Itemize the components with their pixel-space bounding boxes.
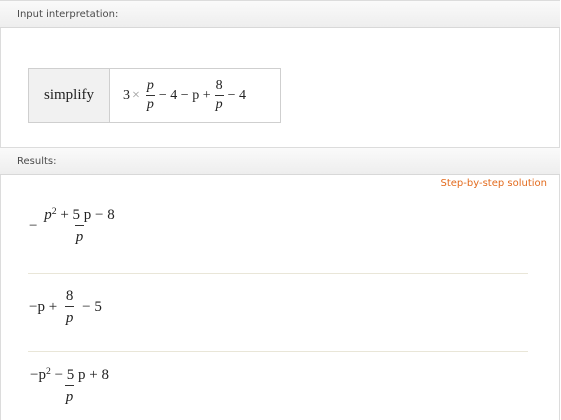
fraction-denominator: p [64, 305, 75, 327]
fraction-denominator: p [145, 94, 155, 112]
fraction-numerator: 8 [215, 77, 223, 93]
result-2-lead: −p + [29, 299, 58, 316]
result-2: −p + 8 p − 5 [29, 288, 102, 327]
input-fraction-2: 8 p [214, 77, 224, 112]
fraction-denominator: p [214, 94, 224, 112]
input-label-cell: simplify [29, 69, 110, 122]
result-1-fraction: p2 + 5 p − 8 p [43, 206, 116, 246]
results-header: Results: [0, 147, 560, 175]
pod-border-left [0, 0, 1, 420]
times-symbol: × [132, 87, 140, 103]
result-separator [28, 273, 528, 274]
input-middle-terms: − 4 − p + [158, 87, 211, 103]
step-by-step-link[interactable]: Step-by-step solution [441, 178, 547, 189]
result-3-fraction: −p2 − 5 p + 8 p [29, 366, 110, 406]
input-tail-term: − 4 [227, 87, 246, 103]
pod-border-right [559, 0, 560, 420]
fraction-numerator: p [146, 77, 154, 93]
input-expression-cell: 3 × p p − 4 − p + 8 p − 4 [110, 69, 280, 122]
input-interpretation-header: Input interpretation: [0, 0, 560, 28]
input-fraction-1: p p [145, 77, 155, 112]
result-2-fraction: 8 p [64, 288, 75, 327]
input-interpretation-table: simplify 3 × p p − 4 − p + 8 p − 4 [28, 68, 281, 123]
fraction-numerator: p2 + 5 p − 8 [44, 206, 115, 223]
result-1: − p2 + 5 p − 8 p [29, 206, 120, 246]
input-interpretation-title: Input interpretation: [17, 9, 119, 20]
results-title: Results: [17, 156, 57, 167]
fraction-denominator: p [74, 224, 85, 246]
fraction-denominator: p [64, 384, 75, 406]
result-3: −p2 − 5 p + 8 p [29, 366, 114, 406]
result-separator [28, 351, 528, 352]
result-2-tail: − 5 [82, 299, 102, 316]
result-1-sign: − [29, 218, 38, 235]
fraction-numerator: −p2 − 5 p + 8 [30, 366, 110, 383]
input-coef: 3 [123, 87, 130, 103]
fraction-numerator: 8 [65, 288, 74, 304]
